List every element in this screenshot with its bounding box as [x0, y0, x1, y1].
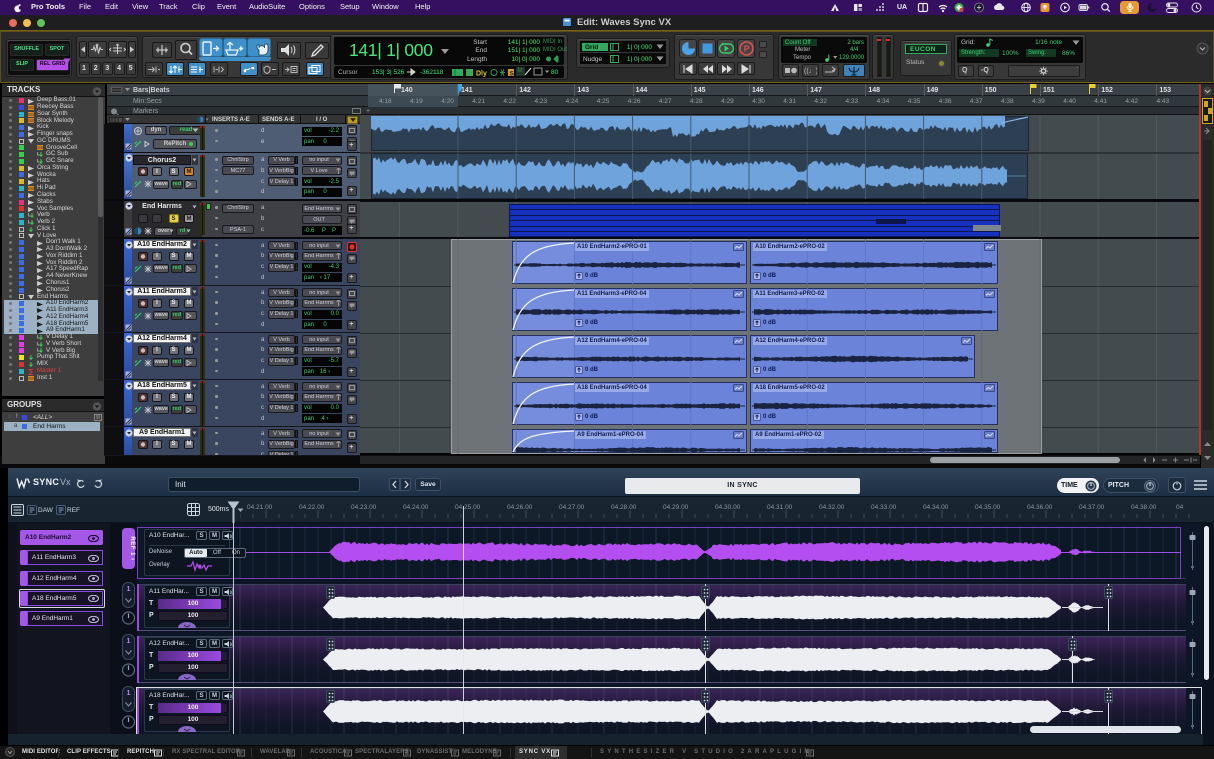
svg-text:P: P — [743, 44, 749, 54]
svg-text:((♩)): ((♩)) — [804, 68, 817, 75]
svg-text:S: S — [510, 70, 515, 77]
svg-text:Dly: Dly — [476, 71, 487, 78]
